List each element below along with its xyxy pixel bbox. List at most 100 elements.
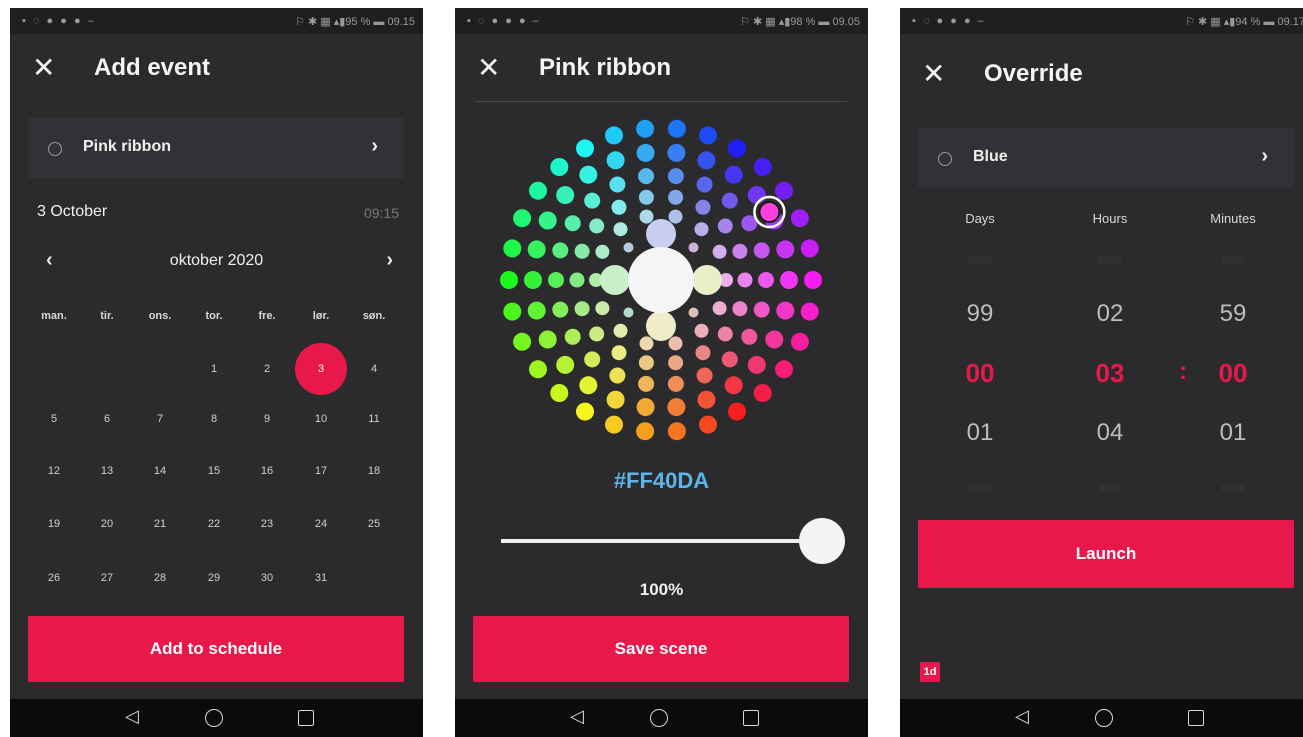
color-swatch[interactable] (613, 323, 628, 338)
close-icon[interactable]: ✕ (32, 54, 55, 82)
color-swatch[interactable] (503, 302, 522, 321)
scene-selector[interactable]: Pink ribbon › (28, 118, 404, 178)
color-swatch[interactable] (552, 242, 569, 259)
calendar-day[interactable]: 19 (34, 504, 74, 544)
color-swatch[interactable] (667, 398, 686, 417)
color-swatch[interactable] (574, 243, 590, 259)
color-swatch[interactable] (503, 239, 522, 258)
recents-icon[interactable] (1188, 710, 1204, 726)
days-prev[interactable]: 99 (930, 300, 1030, 328)
recents-icon[interactable] (743, 710, 759, 726)
color-swatch[interactable] (606, 390, 625, 409)
color-swatch[interactable] (513, 209, 532, 228)
color-swatch[interactable] (623, 307, 634, 318)
color-swatch[interactable] (775, 360, 793, 379)
color-swatch[interactable] (699, 126, 717, 145)
color-swatch[interactable] (609, 367, 626, 384)
color-swatch[interactable] (776, 240, 795, 259)
color-swatch[interactable] (697, 151, 716, 170)
color-swatch[interactable] (529, 360, 547, 379)
color-wheel[interactable] (455, 108, 868, 448)
color-swatch[interactable] (524, 271, 542, 289)
color-swatch[interactable] (776, 301, 795, 320)
brightness-slider-track[interactable] (501, 539, 821, 543)
color-swatch[interactable] (569, 272, 585, 288)
color-swatch[interactable] (775, 181, 793, 200)
calendar-day[interactable]: 15 (194, 451, 234, 491)
color-swatch[interactable] (804, 271, 822, 289)
color-swatch[interactable] (688, 242, 699, 253)
color-swatch[interactable] (790, 209, 809, 228)
color-swatch[interactable] (556, 186, 575, 205)
color-swatch[interactable] (724, 376, 743, 395)
color-swatch[interactable] (529, 181, 547, 200)
color-swatch[interactable] (500, 271, 518, 289)
calendar-day[interactable]: 10 (301, 399, 341, 439)
color-swatch[interactable] (747, 186, 766, 205)
home-icon[interactable] (205, 709, 223, 727)
color-swatch[interactable] (712, 244, 727, 259)
color-swatch[interactable] (550, 384, 569, 402)
color-swatch[interactable] (732, 301, 748, 317)
calendar-day[interactable]: 24 (301, 504, 341, 544)
color-swatch[interactable] (595, 244, 610, 259)
color-swatch[interactable] (721, 351, 738, 368)
color-swatch[interactable] (638, 375, 655, 392)
calendar-day[interactable]: 20 (87, 504, 127, 544)
color-swatch[interactable] (721, 192, 738, 209)
color-swatch[interactable] (605, 415, 623, 434)
color-swatch[interactable] (579, 376, 598, 395)
save-scene-button[interactable]: Save scene (473, 616, 849, 682)
color-swatch[interactable] (667, 168, 684, 185)
color-swatch[interactable] (694, 323, 709, 338)
color-swatch[interactable] (550, 158, 569, 176)
color-swatch[interactable] (667, 143, 686, 162)
calendar-day[interactable]: 7 (140, 399, 180, 439)
calendar-day[interactable]: 18 (354, 451, 394, 491)
color-swatch[interactable] (692, 265, 722, 295)
color-swatch[interactable] (552, 301, 569, 318)
color-swatch[interactable] (638, 189, 654, 205)
color-swatch[interactable] (697, 390, 716, 409)
color-swatch[interactable] (765, 330, 784, 349)
color-swatch[interactable] (579, 165, 598, 184)
color-swatch[interactable] (527, 301, 546, 320)
time-label[interactable]: 09:15 (364, 205, 399, 221)
color-swatch[interactable] (576, 402, 594, 421)
color-swatch[interactable] (623, 242, 634, 253)
color-swatch[interactable] (584, 192, 601, 209)
calendar-day[interactable]: 27 (87, 558, 127, 598)
calendar-day[interactable]: 4 (354, 349, 394, 389)
days-value[interactable]: 00 (930, 358, 1030, 389)
color-swatch[interactable] (758, 272, 774, 288)
color-swatch[interactable] (613, 222, 628, 237)
color-swatch[interactable] (636, 119, 655, 138)
minutes-value[interactable]: 00 (1183, 358, 1283, 389)
color-swatch[interactable] (695, 345, 711, 361)
brightness-slider-thumb[interactable] (799, 518, 845, 564)
color-swatch[interactable] (589, 218, 605, 234)
calendar-day[interactable]: 11 (354, 399, 394, 439)
add-to-schedule-button[interactable]: Add to schedule (28, 616, 404, 682)
color-swatch[interactable] (717, 326, 733, 342)
color-swatch[interactable] (638, 355, 654, 371)
calendar-day[interactable]: 6 (87, 399, 127, 439)
color-swatch[interactable] (688, 307, 699, 318)
color-swatch[interactable] (724, 165, 743, 184)
color-swatch[interactable] (636, 398, 655, 417)
color-swatch[interactable] (527, 240, 546, 259)
color-swatch[interactable] (728, 139, 746, 158)
calendar-day[interactable]: 22 (194, 504, 234, 544)
next-month-icon[interactable]: › (386, 249, 393, 272)
color-swatch[interactable] (564, 215, 581, 232)
hours-value[interactable]: 03 (1060, 358, 1160, 389)
calendar-day[interactable]: 30 (247, 558, 287, 598)
calendar-day[interactable]: 25 (354, 504, 394, 544)
color-swatch[interactable] (741, 328, 758, 345)
calendar-day[interactable]: 28 (140, 558, 180, 598)
color-swatch[interactable] (668, 189, 684, 205)
calendar-day[interactable]: 23 (247, 504, 287, 544)
home-icon[interactable] (1095, 709, 1113, 727)
calendar-day[interactable]: 14 (140, 451, 180, 491)
calendar-day[interactable]: 17 (301, 451, 341, 491)
